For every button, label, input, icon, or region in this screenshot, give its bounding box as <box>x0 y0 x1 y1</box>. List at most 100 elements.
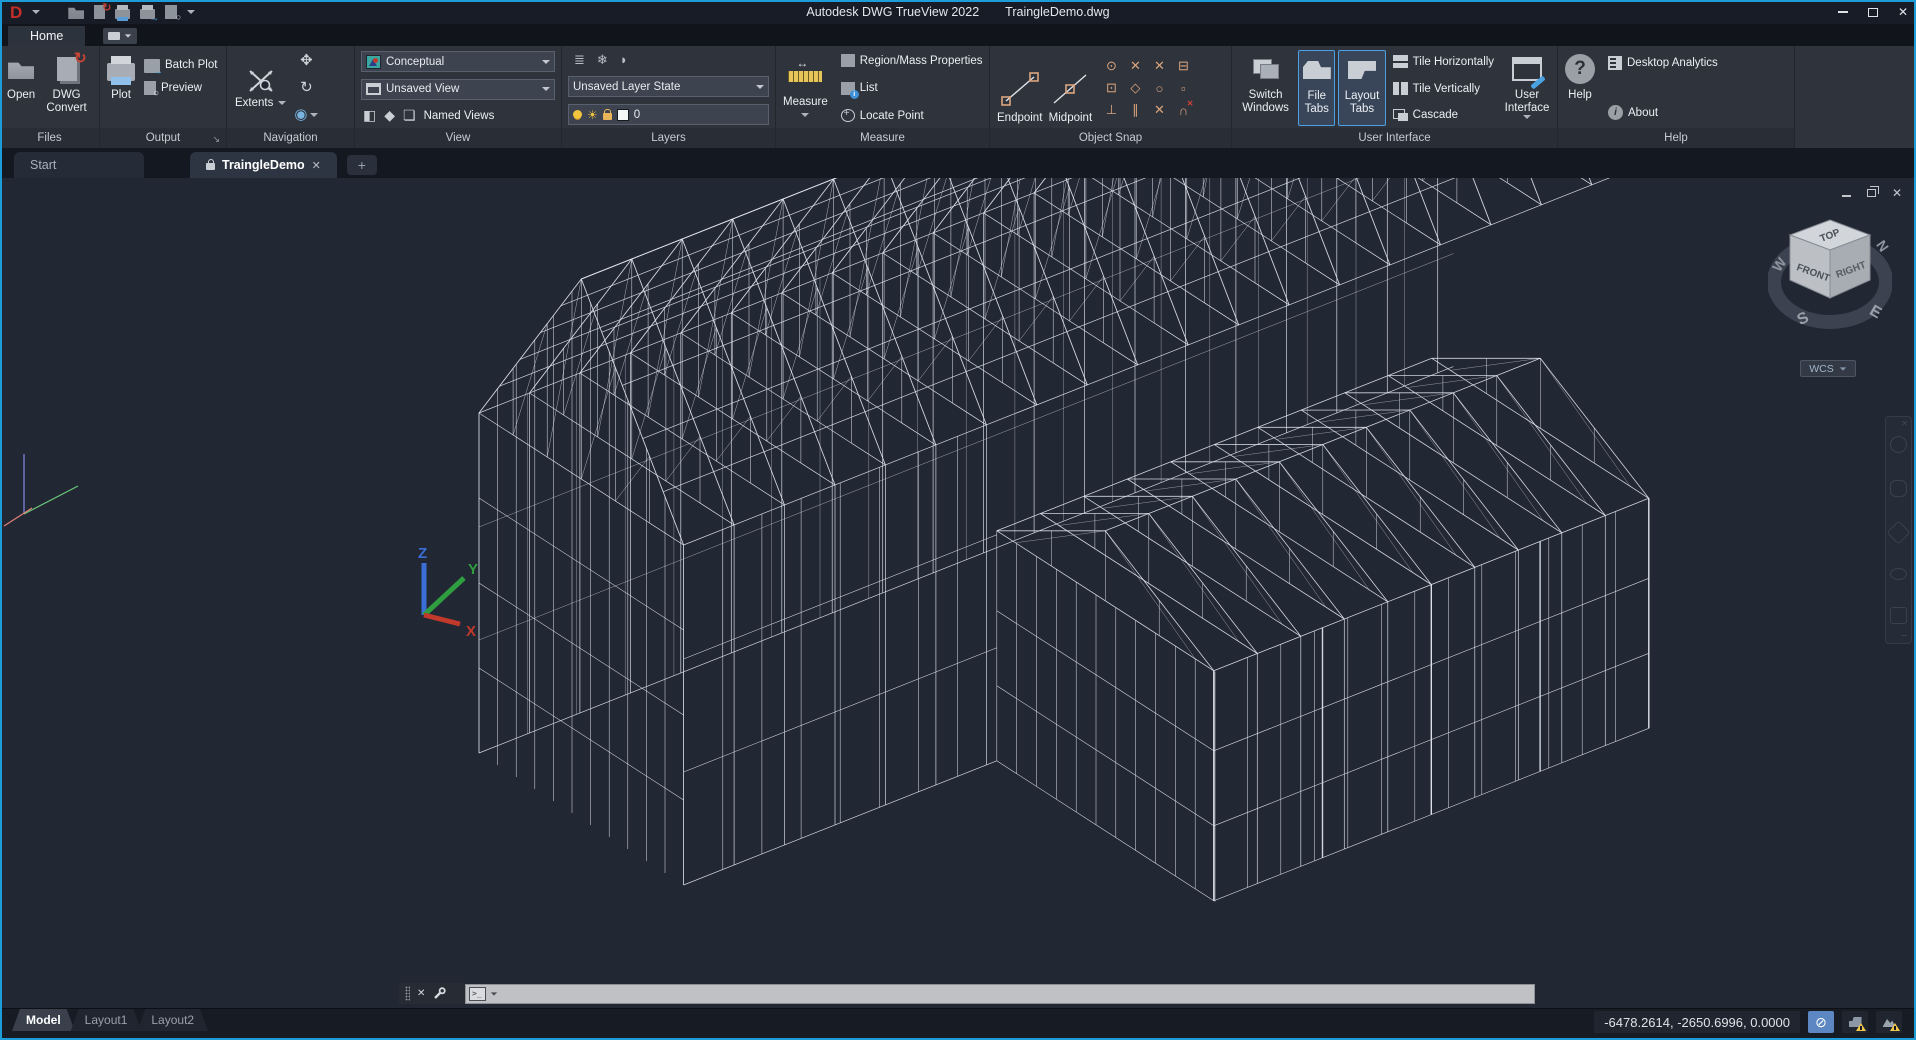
panel-navigation: Extents ✥ ↻ ◉ Navigation <box>227 46 355 148</box>
midpoint-button[interactable]: Midpoint <box>1045 50 1095 126</box>
layer-on-bulb-icon[interactable] <box>573 110 582 119</box>
snap-tangent-icon[interactable]: ○ <box>1147 77 1171 99</box>
preview-button[interactable]: Preview <box>142 80 219 96</box>
navigation-bar[interactable]: ✕ – <box>1885 416 1912 644</box>
tab-home[interactable]: Home <box>8 26 85 46</box>
model-viewport[interactable]: ZYX ✕ W N S E TOP FRONT RIGHT WCS ✕ – <box>2 178 1914 1008</box>
drawing-close-icon[interactable]: ✕ <box>1892 186 1902 200</box>
cube-wireframe-icon[interactable]: ◆ <box>384 107 395 124</box>
snap-point-icon[interactable]: ▫ <box>1171 77 1195 99</box>
desktop-analytics-button[interactable]: Desktop Analytics <box>1606 55 1720 71</box>
plot-button[interactable]: Plot <box>104 50 138 126</box>
snap-insertion-icon[interactable]: ⊡ <box>1099 77 1123 99</box>
grip-handle-icon[interactable] <box>405 986 410 1001</box>
zoom-extents-icon <box>246 67 276 95</box>
new-drawing-tab-button[interactable]: + <box>347 155 377 175</box>
ribbon-mini-icon <box>108 32 120 40</box>
snap-parallel-icon[interactable]: ∥ <box>1123 99 1147 121</box>
minimize-button[interactable] <box>1838 11 1848 13</box>
command-bar-grip[interactable]: ✕ <box>399 983 465 1004</box>
snap-center-icon[interactable]: ⊙ <box>1099 55 1123 77</box>
help-button[interactable]: ? Help <box>1562 50 1598 126</box>
zoom-tool-icon[interactable] <box>1886 520 1910 544</box>
layer-color-swatch[interactable] <box>617 109 629 121</box>
switch-windows-button[interactable]: Switch Windows <box>1236 50 1295 126</box>
layer-thaw-sun-icon[interactable]: ☀ <box>587 109 598 121</box>
zoom-extents-button[interactable]: Extents <box>231 50 290 126</box>
snap-off-magnet-icon[interactable]: ∩✕ <box>1171 99 1195 121</box>
named-views-button[interactable]: Named Views <box>424 110 495 122</box>
tile-vertically-button[interactable]: Tile Vertically <box>1391 81 1496 96</box>
orbit-icon[interactable]: ↻ <box>300 79 313 97</box>
drawing-tab-active[interactable]: TraingleDemo ✕ <box>190 152 337 178</box>
snap-nearest-icon[interactable]: ✕ <box>1147 99 1171 121</box>
visual-style-dropdown[interactable]: Conceptual <box>361 51 555 72</box>
file-tabs-button[interactable]: File Tabs <box>1298 50 1335 126</box>
annotation-warning-button[interactable] <box>1842 1011 1868 1033</box>
tile-horizontally-button[interactable]: Tile Horizontally <box>1391 54 1496 69</box>
dwg-convert-icon <box>57 57 77 81</box>
layout-tabs: Model Layout1 Layout2 <box>16 1009 208 1031</box>
measure-button[interactable]: Measure <box>780 50 831 126</box>
wheel-caret-icon[interactable] <box>310 113 318 117</box>
command-close-icon[interactable]: ✕ <box>417 988 425 999</box>
command-wrench-icon[interactable] <box>432 987 446 1001</box>
navbar-minimize-icon[interactable]: – <box>1901 630 1907 641</box>
pan-icon[interactable]: ✥ <box>300 52 313 70</box>
snap-perpendicular-icon[interactable]: ⊥ <box>1099 99 1123 121</box>
graphics-warning-button[interactable] <box>1876 1011 1902 1033</box>
region-mass-properties-button[interactable]: Region/Mass Properties <box>839 53 985 68</box>
tab-layout1[interactable]: Layout1 <box>71 1009 142 1031</box>
close-button[interactable]: ✕ <box>1898 5 1908 19</box>
drawing-restore-icon[interactable] <box>1867 189 1876 197</box>
list-button[interactable]: List <box>839 81 985 96</box>
snap-intersection-icon[interactable]: ✕ <box>1147 55 1171 77</box>
layer-freeze-icon[interactable]: ❄ <box>597 52 608 68</box>
isometric-cube-icon[interactable]: ◧ <box>363 107 376 124</box>
tab-layout2[interactable]: Layout2 <box>137 1009 208 1031</box>
layer-unlock-icon[interactable] <box>603 113 612 120</box>
user-interface-caret-icon <box>1523 115 1531 119</box>
named-views-icon[interactable]: ❏ <box>403 107 416 124</box>
drawing-tab-start[interactable]: Start <box>14 152 144 178</box>
command-input[interactable]: >_ <box>465 984 1535 1004</box>
tab-model[interactable]: Model <box>12 1009 75 1031</box>
maximize-button[interactable] <box>1868 8 1878 17</box>
layer-isolate-icon[interactable]: ◗ <box>620 52 628 68</box>
snap-node-icon[interactable]: ✕ <box>1123 55 1147 77</box>
steering-wheel-icon[interactable]: ◉ <box>294 106 307 124</box>
tab-close-icon[interactable]: ✕ <box>312 159 321 172</box>
orbit-tool-icon[interactable] <box>1890 568 1907 580</box>
batch-plot-button[interactable]: Batch Plot <box>142 56 219 74</box>
locate-point-button[interactable]: Locate Point <box>839 108 985 123</box>
extents-caret-icon <box>278 101 286 105</box>
tile-vertically-icon <box>1393 82 1408 95</box>
wcs-dropdown[interactable]: WCS <box>1800 360 1856 377</box>
showmotion-tool-icon[interactable] <box>1890 607 1907 624</box>
snap-extension-icon[interactable]: ⊟ <box>1171 55 1195 77</box>
full-navigation-wheel-icon[interactable] <box>1890 436 1907 453</box>
dwg-convert-button[interactable]: DWG Convert <box>38 50 95 126</box>
open-button[interactable]: Open <box>4 50 38 126</box>
view-dropdown[interactable]: Unsaved View <box>361 79 555 100</box>
isolate-objects-button[interactable]: ⊘ <box>1808 1011 1834 1033</box>
ribbon-display-toggle[interactable] <box>103 28 137 44</box>
pan-tool-icon[interactable] <box>1890 480 1907 497</box>
endpoint-button[interactable]: Endpoint <box>994 50 1045 126</box>
midpoint-icon <box>1048 69 1092 109</box>
drawing-minimize-icon[interactable] <box>1842 195 1851 197</box>
layer-dropdown[interactable]: ☀ 0 <box>568 104 769 125</box>
panel-label-measure: Measure <box>776 128 989 148</box>
user-interface-button[interactable]: User Interface <box>1501 50 1553 126</box>
navbar-close-icon[interactable]: ✕ <box>1901 419 1908 428</box>
cascade-button[interactable]: Cascade <box>1391 108 1496 122</box>
layer-properties-icon[interactable]: ≣ <box>574 52 585 68</box>
viewcube[interactable]: W N S E TOP FRONT RIGHT WCS <box>1768 202 1892 392</box>
snap-quadrant-icon[interactable]: ◇ <box>1123 77 1147 99</box>
about-button[interactable]: i About <box>1606 104 1720 121</box>
wireframe-model: ZYX <box>2 178 1914 1008</box>
command-caret-icon[interactable] <box>491 992 497 995</box>
layer-state-dropdown[interactable]: Unsaved Layer State <box>568 76 769 97</box>
layout-tabs-button[interactable]: Layout Tabs <box>1338 50 1385 126</box>
output-dialog-launcher-icon[interactable]: ↘ <box>212 134 220 145</box>
